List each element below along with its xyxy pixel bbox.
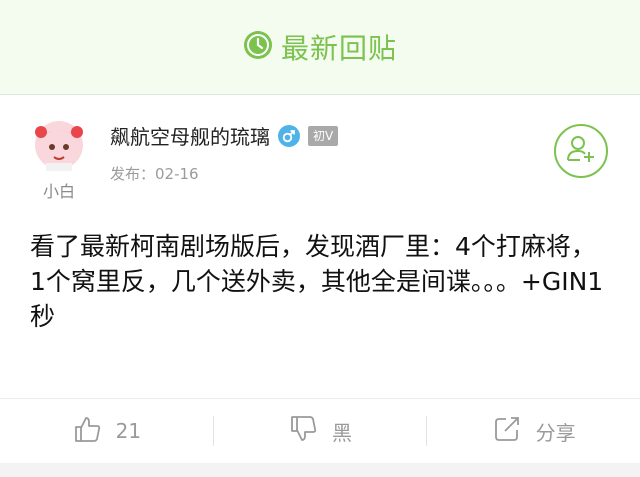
thumbs-down-icon: [288, 414, 318, 449]
like-button[interactable]: 21: [0, 414, 213, 449]
level-badge: 初V: [308, 125, 339, 146]
header-bar: 最新回贴: [0, 0, 640, 95]
share-label: 分享: [535, 420, 576, 445]
male-gender-icon: [278, 124, 300, 147]
post-content: 看了最新柯南剧场版后，发现酒厂里：4个打麻将，1个窝里反，几个送外卖，其他全是间…: [30, 232, 604, 331]
share-icon: [492, 414, 522, 449]
share-button[interactable]: 分享: [427, 414, 640, 449]
thumbs-up-icon: [72, 414, 102, 449]
page-title: 最新回贴: [280, 32, 397, 65]
like-count: 21: [115, 419, 142, 443]
post-card: 小白 飙航空母舰的琉璃 初V 发布：02-16 看了最新柯南剧场版后，发现酒厂里…: [0, 95, 640, 395]
header-inner: 最新回贴: [243, 27, 397, 67]
author-name[interactable]: 飙航空母舰的琉璃: [110, 121, 270, 150]
avatar[interactable]: [30, 117, 88, 175]
follow-button[interactable]: [554, 124, 608, 178]
action-bar: 21 黑 分享: [0, 398, 640, 463]
avatar-caption: 小白: [42, 182, 75, 201]
dislike-button[interactable]: 黑: [214, 414, 427, 449]
clock-icon: [243, 30, 273, 64]
bottom-strip: [0, 463, 640, 477]
author-row: 飙航空母舰的琉璃 初V: [110, 121, 339, 150]
publish-date: 发布：02-16: [110, 165, 199, 183]
dislike-label: 黑: [332, 420, 352, 445]
add-user-icon: [565, 133, 597, 169]
